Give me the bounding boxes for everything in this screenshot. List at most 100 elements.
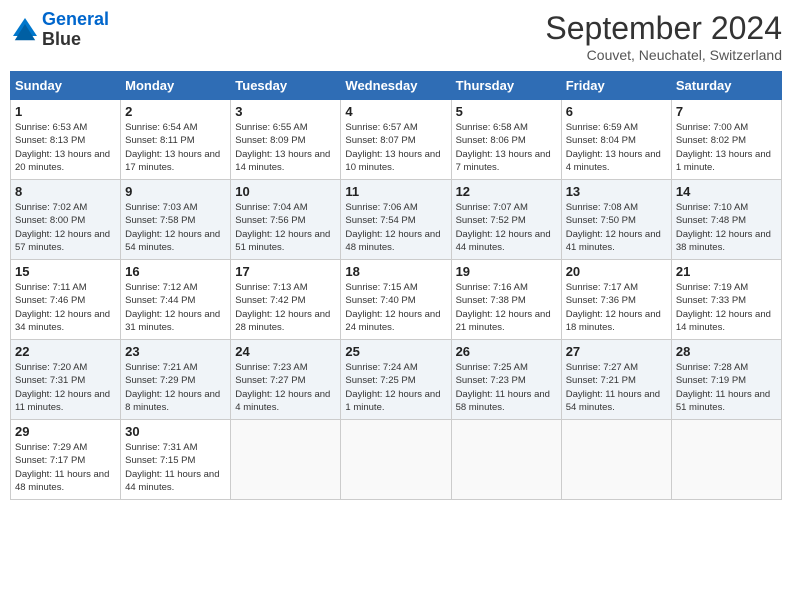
day-info: Sunrise: 6:54 AM Sunset: 8:11 PM Dayligh… (125, 121, 226, 174)
day-info: Sunrise: 7:25 AM Sunset: 7:23 PM Dayligh… (456, 361, 557, 414)
day-number: 24 (235, 344, 336, 359)
table-row: 7 Sunrise: 7:00 AM Sunset: 8:02 PM Daylig… (671, 100, 781, 180)
day-number: 11 (345, 184, 446, 199)
table-row: 11Sunrise: 7:06 AM Sunset: 7:54 PM Dayli… (341, 180, 451, 260)
day-info: Sunrise: 7:03 AM Sunset: 7:58 PM Dayligh… (125, 201, 226, 254)
day-info: Sunrise: 7:24 AM Sunset: 7:25 PM Dayligh… (345, 361, 446, 414)
day-number: 3 (235, 104, 336, 119)
day-number: 19 (456, 264, 557, 279)
day-number: 10 (235, 184, 336, 199)
table-row: 27Sunrise: 7:27 AM Sunset: 7:21 PM Dayli… (561, 340, 671, 420)
table-row: 3 Sunrise: 6:55 AM Sunset: 8:09 PM Daylig… (231, 100, 341, 180)
day-number: 18 (345, 264, 446, 279)
col-monday: Monday (121, 72, 231, 100)
table-row: 30 Sunrise: 7:31 AM Sunset: 7:15 PM Dayli… (121, 420, 231, 500)
table-row: 24 Sunrise: 7:23 AM Sunset: 7:27 PM Dayli… (231, 340, 341, 420)
table-row: 16 Sunrise: 7:12 AM Sunset: 7:44 PM Dayli… (121, 260, 231, 340)
table-row (341, 420, 451, 500)
day-number: 8 (15, 184, 116, 199)
day-info: Sunrise: 7:02 AM Sunset: 8:00 PM Dayligh… (15, 201, 116, 254)
day-number: 15 (15, 264, 116, 279)
day-info: Sunrise: 6:58 AM Sunset: 8:06 PM Dayligh… (456, 121, 557, 174)
day-number: 1 (15, 104, 116, 119)
table-row: 8 Sunrise: 7:02 AM Sunset: 8:00 PM Daylig… (11, 180, 121, 260)
day-info: Sunrise: 7:15 AM Sunset: 7:40 PM Dayligh… (345, 281, 446, 334)
day-number: 27 (566, 344, 667, 359)
day-info: Sunrise: 6:55 AM Sunset: 8:09 PM Dayligh… (235, 121, 336, 174)
calendar-week-row: 29 Sunrise: 7:29 AM Sunset: 7:17 PM Dayli… (11, 420, 782, 500)
day-number: 26 (456, 344, 557, 359)
day-number: 23 (125, 344, 226, 359)
table-row: 14Sunrise: 7:10 AM Sunset: 7:48 PM Dayli… (671, 180, 781, 260)
day-number: 4 (345, 104, 446, 119)
day-info: Sunrise: 7:07 AM Sunset: 7:52 PM Dayligh… (456, 201, 557, 254)
day-info: Sunrise: 7:11 AM Sunset: 7:46 PM Dayligh… (15, 281, 116, 334)
day-info: Sunrise: 7:12 AM Sunset: 7:44 PM Dayligh… (125, 281, 226, 334)
table-row: 26 Sunrise: 7:25 AM Sunset: 7:23 PM Dayli… (451, 340, 561, 420)
day-number: 22 (15, 344, 116, 359)
col-friday: Friday (561, 72, 671, 100)
calendar-week-row: 15 Sunrise: 7:11 AM Sunset: 7:46 PM Dayli… (11, 260, 782, 340)
table-row: 5Sunrise: 6:58 AM Sunset: 8:06 PM Daylig… (451, 100, 561, 180)
table-row: 13Sunrise: 7:08 AM Sunset: 7:50 PM Dayli… (561, 180, 671, 260)
logo-icon (10, 15, 40, 45)
col-saturday: Saturday (671, 72, 781, 100)
table-row: 23 Sunrise: 7:21 AM Sunset: 7:29 PM Dayli… (121, 340, 231, 420)
table-row: 29 Sunrise: 7:29 AM Sunset: 7:17 PM Dayli… (11, 420, 121, 500)
table-row: 19Sunrise: 7:16 AM Sunset: 7:38 PM Dayli… (451, 260, 561, 340)
table-row: 2 Sunrise: 6:54 AM Sunset: 8:11 PM Daylig… (121, 100, 231, 180)
day-info: Sunrise: 7:23 AM Sunset: 7:27 PM Dayligh… (235, 361, 336, 414)
day-number: 12 (456, 184, 557, 199)
month-title: September 2024 (545, 10, 782, 47)
calendar-header-row: Sunday Monday Tuesday Wednesday Thursday… (11, 72, 782, 100)
table-row: 10 Sunrise: 7:04 AM Sunset: 7:56 PM Dayli… (231, 180, 341, 260)
location: Couvet, Neuchatel, Switzerland (545, 47, 782, 63)
day-info: Sunrise: 7:29 AM Sunset: 7:17 PM Dayligh… (15, 441, 116, 494)
table-row (561, 420, 671, 500)
table-row: 9Sunrise: 7:03 AM Sunset: 7:58 PM Daylig… (121, 180, 231, 260)
calendar-week-row: 22Sunrise: 7:20 AM Sunset: 7:31 PM Dayli… (11, 340, 782, 420)
day-info: Sunrise: 6:53 AM Sunset: 8:13 PM Dayligh… (15, 121, 116, 174)
table-row: 12 Sunrise: 7:07 AM Sunset: 7:52 PM Dayli… (451, 180, 561, 260)
page-header: GeneralBlue September 2024 Couvet, Neuch… (10, 10, 782, 63)
day-number: 28 (676, 344, 777, 359)
logo-text: GeneralBlue (42, 10, 109, 50)
day-info: Sunrise: 6:57 AM Sunset: 8:07 PM Dayligh… (345, 121, 446, 174)
day-number: 20 (566, 264, 667, 279)
day-info: Sunrise: 7:13 AM Sunset: 7:42 PM Dayligh… (235, 281, 336, 334)
table-row: 22Sunrise: 7:20 AM Sunset: 7:31 PM Dayli… (11, 340, 121, 420)
table-row: 18 Sunrise: 7:15 AM Sunset: 7:40 PM Dayli… (341, 260, 451, 340)
day-info: Sunrise: 7:28 AM Sunset: 7:19 PM Dayligh… (676, 361, 777, 414)
title-block: September 2024 Couvet, Neuchatel, Switze… (545, 10, 782, 63)
day-number: 30 (125, 424, 226, 439)
table-row: 28 Sunrise: 7:28 AM Sunset: 7:19 PM Dayli… (671, 340, 781, 420)
day-number: 2 (125, 104, 226, 119)
table-row (231, 420, 341, 500)
day-number: 25 (345, 344, 446, 359)
table-row: 17 Sunrise: 7:13 AM Sunset: 7:42 PM Dayli… (231, 260, 341, 340)
day-info: Sunrise: 6:59 AM Sunset: 8:04 PM Dayligh… (566, 121, 667, 174)
day-number: 6 (566, 104, 667, 119)
calendar-table: Sunday Monday Tuesday Wednesday Thursday… (10, 71, 782, 500)
day-number: 21 (676, 264, 777, 279)
day-info: Sunrise: 7:10 AM Sunset: 7:48 PM Dayligh… (676, 201, 777, 254)
day-info: Sunrise: 7:00 AM Sunset: 8:02 PM Dayligh… (676, 121, 777, 174)
day-number: 7 (676, 104, 777, 119)
col-wednesday: Wednesday (341, 72, 451, 100)
day-number: 13 (566, 184, 667, 199)
table-row: 25 Sunrise: 7:24 AM Sunset: 7:25 PM Dayli… (341, 340, 451, 420)
col-sunday: Sunday (11, 72, 121, 100)
day-info: Sunrise: 7:21 AM Sunset: 7:29 PM Dayligh… (125, 361, 226, 414)
table-row (451, 420, 561, 500)
col-tuesday: Tuesday (231, 72, 341, 100)
table-row: 1 Sunrise: 6:53 AM Sunset: 8:13 PM Daylig… (11, 100, 121, 180)
table-row (671, 420, 781, 500)
day-number: 17 (235, 264, 336, 279)
day-number: 16 (125, 264, 226, 279)
table-row: 4 Sunrise: 6:57 AM Sunset: 8:07 PM Daylig… (341, 100, 451, 180)
calendar-week-row: 8 Sunrise: 7:02 AM Sunset: 8:00 PM Daylig… (11, 180, 782, 260)
day-info: Sunrise: 7:04 AM Sunset: 7:56 PM Dayligh… (235, 201, 336, 254)
day-info: Sunrise: 7:31 AM Sunset: 7:15 PM Dayligh… (125, 441, 226, 494)
table-row: 15 Sunrise: 7:11 AM Sunset: 7:46 PM Dayli… (11, 260, 121, 340)
day-number: 29 (15, 424, 116, 439)
